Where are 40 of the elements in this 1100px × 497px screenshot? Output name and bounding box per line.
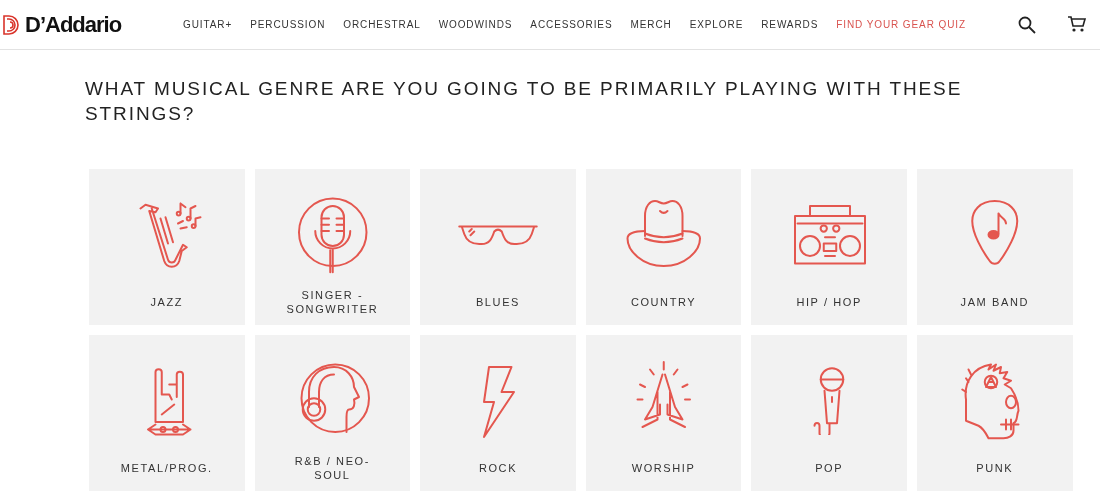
logo-mark-icon[interactable]: [2, 13, 22, 36]
genre-option[interactable]: COUNTRY: [585, 169, 742, 325]
question-heading: WHAT MUSICAL GENRE ARE YOU GOING TO BE PRIMARILY PLAYING WITH THESE STRINGS?: [85, 77, 964, 126]
sunglasses-icon: [458, 223, 538, 247]
genre-label: METAL/PROG.: [120, 461, 213, 475]
nav-link[interactable]: EXPLORE: [689, 19, 744, 30]
cart-icon[interactable]: [1068, 16, 1086, 33]
genre-option[interactable]: BLUES: [420, 169, 576, 325]
search-icon[interactable]: [1018, 15, 1036, 34]
genre-label: COUNTRY: [630, 295, 697, 309]
nav-link[interactable]: ORCHESTRAL: [343, 19, 421, 30]
genre-label: BLUES: [475, 295, 520, 309]
genre-option[interactable]: R&B / NEO-SOUL: [254, 335, 411, 491]
genre-label: POP: [815, 461, 844, 475]
genre-label: JAM BAND: [960, 295, 1029, 309]
genre-label: R&B / NEO-SOUL: [293, 454, 372, 482]
nav-link[interactable]: ACCESSORIES: [530, 19, 613, 30]
genre-option[interactable]: WORSHIP: [585, 335, 742, 491]
nav-link[interactable]: GUITAR+: [183, 19, 233, 30]
genre-option[interactable]: ROCK: [420, 335, 576, 491]
nav-link[interactable]: FIND YOUR GEAR QUIZ: [836, 19, 966, 30]
genre-option[interactable]: SINGER - SONGWRITER: [254, 169, 411, 325]
genre-option[interactable]: METAL/PROG.: [89, 335, 245, 491]
genre-option[interactable]: JAZZ: [89, 169, 245, 325]
genre-option[interactable]: JAM BAND: [916, 169, 1073, 325]
nav-link[interactable]: PERCUSSION: [250, 19, 326, 30]
genre-option[interactable]: POP: [751, 335, 907, 491]
genre-label: JAZZ: [150, 295, 184, 309]
handheld-mic-icon: [812, 366, 847, 436]
genre-option[interactable]: HIP / HOP: [751, 169, 907, 325]
genre-option[interactable]: PUNK: [916, 335, 1073, 491]
genre-label: SINGER - SONGWRITER: [285, 288, 380, 316]
genre-label: ROCK: [478, 461, 518, 475]
genre-label: PUNK: [976, 461, 1014, 475]
genre-label: WORSHIP: [631, 461, 696, 475]
logo[interactable]: D’Addario: [25, 11, 122, 38]
genre-label: HIP / HOP: [796, 295, 862, 309]
nav-link[interactable]: WOODWINDS: [438, 19, 513, 30]
nav-link[interactable]: REWARDS: [761, 19, 819, 30]
nav-link[interactable]: MERCH: [630, 19, 672, 30]
